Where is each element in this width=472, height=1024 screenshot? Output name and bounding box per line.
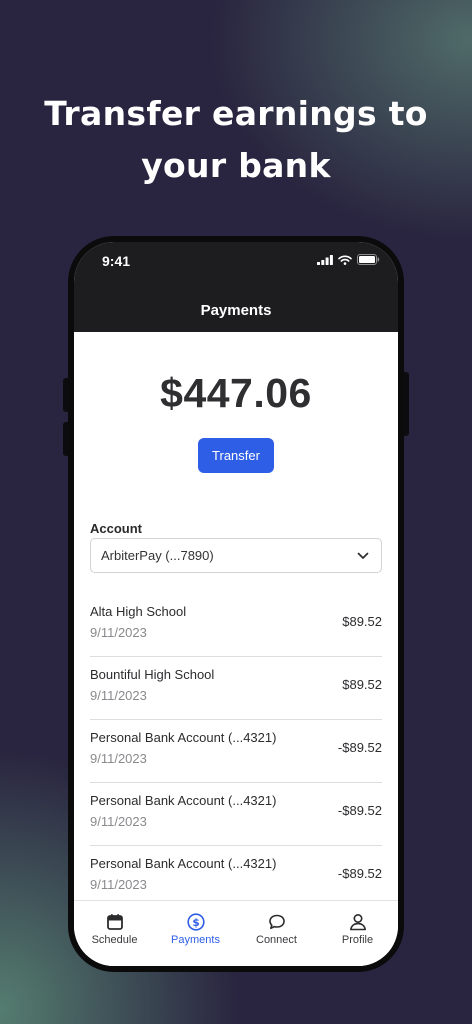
tab-label: Connect: [256, 934, 297, 946]
list-item[interactable]: Personal Bank Account (...4321) 9/11/202…: [90, 720, 382, 783]
tab-schedule[interactable]: Schedule: [74, 901, 155, 966]
tab-payments[interactable]: $ Payments: [155, 901, 236, 966]
wifi-icon: [338, 255, 352, 265]
transfer-button[interactable]: Transfer: [198, 438, 274, 473]
transaction-date: 9/11/2023: [90, 625, 147, 640]
account-select-value: ArbiterPay (...7890): [101, 548, 214, 563]
status-icons: [317, 254, 380, 265]
transaction-date: 9/11/2023: [90, 877, 147, 892]
list-item[interactable]: Alta High School 9/11/2023 $89.52: [90, 594, 382, 657]
person-icon: [349, 913, 366, 931]
chat-bubble-icon: [268, 914, 285, 930]
transaction-amount: $89.52: [342, 614, 382, 629]
transaction-name: Alta High School: [90, 604, 187, 619]
transaction-amount: -$89.52: [337, 740, 382, 755]
transaction-name: Personal Bank Account (...4321): [90, 793, 277, 808]
account-select[interactable]: ArbiterPay (...7890): [90, 538, 382, 573]
calendar-icon: [106, 914, 123, 930]
transaction-amount: -$89.52: [337, 866, 382, 881]
transaction-name: Bountiful High School: [90, 667, 215, 682]
signal-icon: [317, 254, 333, 265]
dollar-circle-icon: $: [186, 913, 205, 931]
list-item[interactable]: Bountiful High School 9/11/2023 $89.52: [90, 657, 382, 720]
tab-label: Profile: [341, 934, 374, 946]
svg-text:$: $: [192, 917, 199, 929]
tab-bar: Schedule $ Payments Connect Profile: [74, 900, 398, 966]
phone-screen: 9:41 Payments $447.06 Transfer Account A…: [74, 242, 398, 966]
transaction-list: Alta High School 9/11/2023 $89.52 Bounti…: [90, 594, 382, 909]
top-bar: 9:41 Payments: [74, 242, 398, 332]
headline-line-1: Transfer earnings to: [44, 94, 428, 133]
headline-line-2: your bank: [141, 146, 331, 185]
transaction-name: Personal Bank Account (...4321): [90, 730, 277, 745]
balance-amount: $447.06: [160, 370, 312, 416]
transaction-amount: -$89.52: [337, 803, 382, 818]
tab-connect[interactable]: Connect: [236, 901, 317, 966]
chevron-down-icon: [357, 552, 369, 559]
transaction-name: Personal Bank Account (...4321): [90, 856, 277, 871]
list-item[interactable]: Personal Bank Account (...4321) 9/11/202…: [90, 783, 382, 846]
transaction-date: 9/11/2023: [90, 751, 147, 766]
transaction-date: 9/11/2023: [90, 814, 147, 829]
battery-icon: [357, 254, 380, 265]
account-label: Account: [90, 521, 142, 536]
transaction-date: 9/11/2023: [90, 688, 147, 703]
tab-profile[interactable]: Profile: [317, 901, 398, 966]
tab-label: Payments: [171, 934, 220, 946]
status-time: 9:41: [102, 253, 131, 269]
transaction-amount: $89.52: [342, 677, 382, 692]
page-title: Payments: [200, 302, 272, 319]
marketing-headline: Transfer earnings to your bank: [0, 88, 472, 192]
tab-label: Schedule: [91, 934, 138, 946]
phone-frame: 9:41 Payments $447.06 Transfer Account A…: [68, 236, 404, 972]
